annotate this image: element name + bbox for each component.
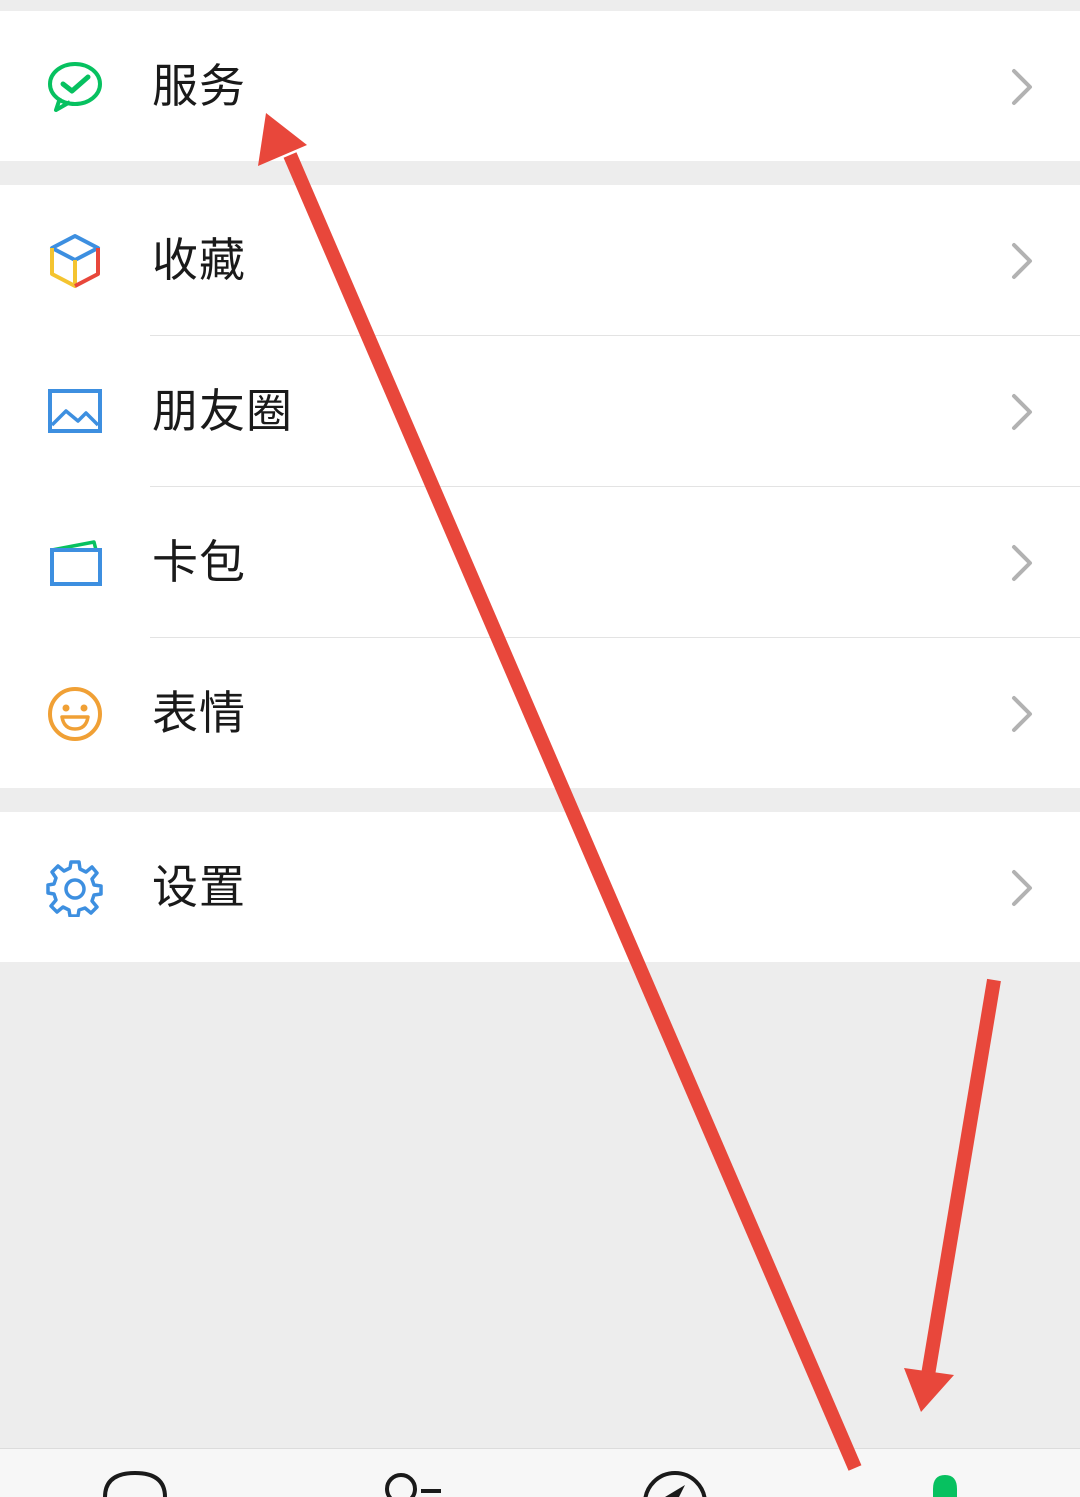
- services-label: 服务: [152, 59, 246, 113]
- card-wallet-icon: [50, 540, 102, 586]
- settings-label: 设置: [152, 860, 246, 914]
- picture-icon: [48, 389, 102, 433]
- contacts-icon[interactable]: [375, 1449, 455, 1497]
- me-icon[interactable]: [905, 1449, 985, 1497]
- moments-row[interactable]: 朋友圈: [0, 336, 1080, 486]
- settings-row[interactable]: 设置: [0, 812, 1080, 962]
- services-group: 服务: [0, 11, 1080, 161]
- chevron-right-icon: [1012, 69, 1032, 105]
- services-row[interactable]: 服务: [0, 11, 1080, 161]
- chevron-right-icon: [1012, 870, 1032, 906]
- stickers-row[interactable]: 表情: [0, 638, 1080, 788]
- bottom-tab-bar: [0, 1448, 1080, 1497]
- chevron-right-icon: [1012, 394, 1032, 430]
- chats-icon[interactable]: [95, 1449, 175, 1497]
- chevron-right-icon: [1012, 243, 1032, 279]
- short-arrow-annotation: [904, 978, 1001, 1412]
- settings-group: 设置: [0, 812, 1080, 962]
- favorites-label: 收藏: [152, 233, 246, 287]
- cube-icon: [50, 234, 100, 288]
- cards-label: 卡包: [152, 535, 246, 589]
- gear-icon: [46, 860, 103, 917]
- favorites-row[interactable]: 收藏: [0, 185, 1080, 335]
- smiley-icon: [48, 687, 102, 741]
- chevron-right-icon: [1012, 545, 1032, 581]
- discover-icon[interactable]: [635, 1449, 715, 1497]
- wechat-pay-chat-icon: [48, 62, 102, 112]
- stickers-label: 表情: [152, 686, 246, 740]
- cards-row[interactable]: 卡包: [0, 487, 1080, 637]
- moments-label: 朋友圈: [152, 384, 293, 438]
- chevron-right-icon: [1012, 696, 1032, 732]
- features-group: 收藏 朋友圈 卡包 表情: [0, 185, 1080, 788]
